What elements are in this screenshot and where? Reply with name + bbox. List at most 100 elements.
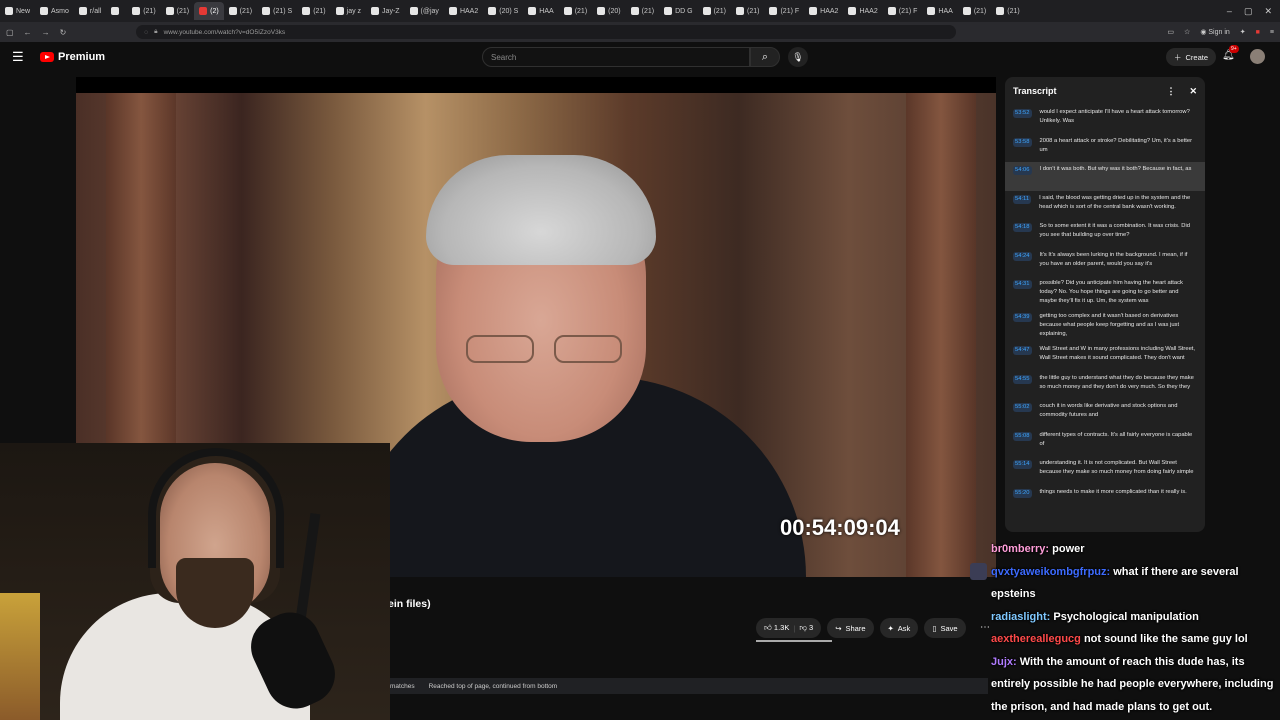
more-options-icon[interactable]: ⋮ [1166, 86, 1175, 97]
transcript-row[interactable]: 53:58 2008 a heart attack or stroke? Debi… [1005, 134, 1205, 163]
transcript-timestamp[interactable]: 55:20 [1013, 488, 1032, 498]
video-title-fragment: ein files) [388, 598, 431, 610]
browser-tab[interactable]: (21) [958, 2, 991, 20]
transcript-row[interactable]: 54:55 the little guy to understand what t… [1005, 371, 1205, 400]
like-button[interactable]: 👍︎ 1.3K [764, 623, 789, 633]
chat-username[interactable]: radiaslight: [991, 611, 1050, 623]
transcript-timestamp[interactable]: 54:24 [1013, 251, 1032, 261]
close-window-icon[interactable]: ✕ [1264, 6, 1272, 17]
cast-icon[interactable]: ▭ [1167, 28, 1174, 36]
notifications-button[interactable]: 🔔︎ 9+ [1222, 45, 1239, 61]
more-actions-icon[interactable]: ⋯ [980, 622, 990, 633]
share-button[interactable]: ↪ Share [827, 618, 874, 638]
browser-tab[interactable]: jay z [331, 2, 366, 20]
dislike-count: 3 [809, 623, 814, 632]
back-icon[interactable]: ← [24, 28, 32, 37]
ask-button[interactable]: ✦ Ask [879, 618, 919, 638]
chat-username[interactable]: br0mberry: [991, 543, 1049, 555]
transcript-row[interactable]: 54:06 I don't it was both. But why was it… [1005, 162, 1205, 191]
browser-tab[interactable]: (21) [161, 2, 194, 20]
search-button[interactable]: ⌕ [750, 47, 780, 67]
transcript-row[interactable]: 54:18 So to some extent it it was a combi… [1005, 219, 1205, 248]
chat-username[interactable]: Jujx: [991, 656, 1017, 668]
transcript-row[interactable]: 54:47 Wall Street and W in many professio… [1005, 342, 1205, 371]
transcript-text: things needs to make it more complicated… [1039, 488, 1187, 495]
transcript-timestamp[interactable]: 54:47 [1013, 346, 1032, 355]
browser-tab[interactable]: HAA2 [804, 2, 843, 20]
browser-tab[interactable]: (2) [194, 2, 224, 20]
transcript-timestamp[interactable]: 54:18 [1013, 223, 1032, 232]
extensions-icon[interactable]: ✦ [1240, 28, 1246, 36]
tab-label: jay z [346, 7, 362, 15]
transcript-timestamp[interactable]: 53:58 [1013, 137, 1032, 147]
browser-tab[interactable]: HAA [523, 2, 558, 20]
transcript-row[interactable]: 55:02 couch it in words like derivative a… [1005, 399, 1205, 428]
browser-tab[interactable]: DD G [659, 2, 698, 20]
browser-tab[interactable]: (21) [991, 2, 1024, 20]
browser-tab[interactable]: Asmo [35, 2, 74, 20]
menu-icon[interactable]: ≡ [1270, 29, 1274, 36]
chat-username[interactable]: aexthereallegucg [991, 633, 1081, 645]
browser-tab[interactable]: (21) [127, 2, 160, 20]
save-button[interactable]: ▯ Save [924, 618, 966, 638]
transcript-timestamp[interactable]: 54:06 [1013, 166, 1032, 175]
browser-tab[interactable]: HAA2 [843, 2, 882, 20]
browser-tab[interactable]: (20) [592, 2, 625, 20]
browser-tab[interactable]: (20) S [483, 2, 523, 20]
url-field[interactable]: ◌ 🔒︎ www.youtube.com/watch?v=dO5IZzoV3ks [136, 25, 957, 39]
tab-favicon-icon [5, 7, 13, 15]
forward-icon[interactable]: → [42, 28, 50, 37]
transcript-row[interactable]: 55:08 different types of contracts. It's … [1005, 428, 1205, 457]
browser-tab[interactable]: (21) [559, 2, 592, 20]
maximize-icon[interactable]: ▢ [1244, 6, 1253, 17]
sign-in-button[interactable]: ◉ Sign in [1200, 28, 1229, 36]
transcript-timestamp[interactable]: 55:14 [1013, 460, 1032, 469]
chat-username[interactable]: qvxtyaweikombgfrpuz: [991, 566, 1110, 578]
browser-tab[interactable]: (21) S [257, 2, 297, 20]
transcript-row[interactable]: 54:31 possible? Did you anticipate him ha… [1005, 276, 1205, 309]
tab-label: (21) [973, 7, 987, 15]
account-avatar[interactable] [1250, 49, 1265, 64]
transcript-timestamp[interactable]: 55:08 [1013, 431, 1032, 441]
browser-tab[interactable]: (21) F [764, 2, 804, 20]
voice-search-button[interactable]: 🎙︎ [788, 47, 808, 67]
transcript-timestamp[interactable]: 53:52 [1013, 109, 1032, 118]
logo-text: Premium [58, 51, 106, 63]
browser-tab[interactable]: (21) [731, 2, 764, 20]
dislike-button[interactable]: 👎︎ 3 [799, 623, 813, 633]
browser-tab[interactable]: (21) F [883, 2, 923, 20]
transcript-row[interactable]: 55:20 things needs to make it more compli… [1005, 485, 1205, 514]
transcript-timestamp[interactable]: 54:11 [1013, 194, 1032, 204]
extension-badge-icon[interactable]: ■ [1256, 29, 1260, 36]
transcript-row[interactable]: 53:52 would I expect anticipate I'll have… [1005, 105, 1205, 134]
close-icon[interactable]: ✕ [1189, 86, 1197, 97]
browser-tab[interactable]: (21) [297, 2, 330, 20]
transcript-timestamp[interactable]: 54:39 [1013, 313, 1032, 322]
browser-tab[interactable]: r/all [74, 2, 106, 20]
transcript-row[interactable]: 54:39 getting too complex and it wasn't b… [1005, 309, 1205, 342]
browser-tab[interactable]: (21) [224, 2, 257, 20]
transcript-row[interactable]: 54:24 It's It's always been lurking in th… [1005, 248, 1205, 277]
bookmark-star-icon[interactable]: ☆ [1184, 28, 1190, 36]
browser-tab[interactable]: HAA [922, 2, 957, 20]
browser-tab[interactable] [106, 2, 127, 20]
transcript-row[interactable]: 54:11 I said, the blood was getting dried… [1005, 191, 1205, 220]
youtube-premium-logo[interactable]: Premium [40, 51, 105, 63]
hamburger-menu-icon[interactable]: ☰ [12, 49, 32, 65]
transcript-timestamp[interactable]: 54:31 [1013, 280, 1032, 289]
create-button[interactable]: ＋ Create [1166, 48, 1217, 66]
transcript-timestamp[interactable]: 54:55 [1013, 374, 1032, 384]
browser-tab[interactable]: (21) [698, 2, 731, 20]
tab-favicon-icon [630, 7, 639, 15]
browser-tab[interactable]: Jay-Z [366, 2, 405, 20]
search-input[interactable]: Search [482, 47, 750, 67]
browser-tab[interactable]: (21) [626, 2, 659, 20]
transcript-timestamp[interactable]: 55:02 [1013, 403, 1032, 412]
sidebar-toggle-icon[interactable]: ▢ [6, 28, 14, 37]
reload-icon[interactable]: ↻ [60, 28, 67, 37]
browser-tab[interactable]: HAA2 [444, 2, 483, 20]
browser-tab[interactable]: New [0, 2, 35, 20]
transcript-row[interactable]: 55:14 understanding it. It is not complic… [1005, 456, 1205, 485]
minimize-icon[interactable]: – [1227, 6, 1232, 17]
browser-tab[interactable]: (@jay [405, 2, 444, 20]
